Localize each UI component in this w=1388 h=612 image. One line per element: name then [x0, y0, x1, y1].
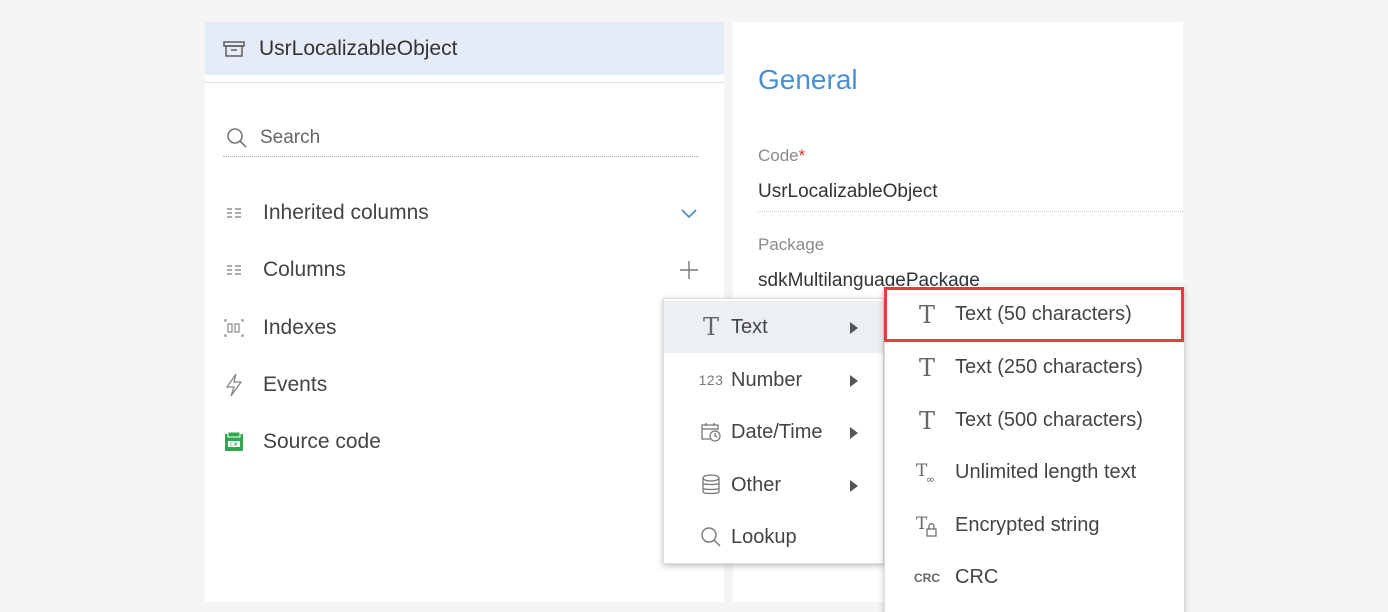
submenu-arrow-icon	[850, 375, 858, 387]
number-icon-text: 123	[698, 372, 724, 388]
chevron-down-icon[interactable]	[677, 201, 701, 225]
search-icon	[227, 127, 247, 148]
selection-highlight	[884, 287, 1184, 342]
columns-icon	[223, 202, 245, 224]
nav-item-label: Indexes	[263, 316, 337, 339]
unlimited-text-icon: T ∞	[907, 460, 947, 486]
add-icon[interactable]	[677, 258, 701, 282]
calendar-clock-icon	[690, 421, 732, 443]
svg-text:∞: ∞	[926, 473, 935, 486]
search-input[interactable]: Search	[223, 119, 699, 157]
data-type-menu: T Text 123 Number Date/Time Other Lookup	[663, 298, 884, 564]
menu-item-label: Other	[731, 473, 782, 496]
menu-item-label: Text	[731, 315, 768, 338]
object-title: UsrLocalizableObject	[259, 36, 458, 60]
text-type-icon: T	[918, 406, 935, 435]
required-marker: *	[798, 146, 806, 165]
encrypted-text-icon: T	[907, 513, 947, 539]
nav-item-events[interactable]: Events	[223, 367, 701, 403]
nav-item-inherited-columns[interactable]: Inherited columns	[223, 195, 701, 231]
menu-item-other[interactable]: Other	[664, 459, 883, 511]
submenu-item-label: Text (500 characters)	[955, 409, 1143, 431]
object-structure-panel: UsrLocalizableObject Search Inherited co…	[205, 22, 724, 602]
section-title: General	[758, 64, 858, 95]
svg-text:T: T	[916, 514, 928, 534]
submenu-item-label: Unlimited length text	[955, 461, 1137, 483]
menu-item-lookup[interactable]: Lookup	[664, 511, 883, 563]
nav-item-label: Events	[263, 373, 328, 396]
object-icon	[223, 40, 245, 57]
source-code-icon: C#	[223, 431, 245, 453]
nav-item-indexes[interactable]: Indexes	[223, 310, 701, 346]
nav-item-label: Inherited columns	[263, 201, 429, 224]
menu-item-text[interactable]: T Text	[664, 301, 883, 353]
divider	[758, 211, 1183, 212]
submenu-arrow-icon	[850, 480, 858, 492]
nav-item-label: Columns	[263, 258, 346, 281]
indexes-icon	[223, 317, 245, 339]
submenu-item-encrypted-string[interactable]: T Encrypted string	[885, 499, 1185, 552]
menu-item-label: Number	[731, 368, 803, 391]
submenu-item-text-500[interactable]: T Text (500 characters)	[885, 394, 1185, 447]
submenu-item-crc[interactable]: CRC CRC	[885, 551, 1185, 604]
code-field[interactable]: UsrLocalizableObject	[758, 181, 938, 203]
nav-item-label: Source code	[263, 430, 381, 453]
text-type-icon: T	[702, 313, 719, 341]
svg-text:C#: C#	[230, 442, 238, 448]
submenu-item-label: Text (250 characters)	[955, 356, 1143, 378]
text-type-icon: T	[918, 353, 935, 382]
submenu-arrow-icon	[850, 427, 858, 439]
search-icon	[690, 525, 732, 549]
nav-item-source-code[interactable]: C# Source code	[223, 424, 701, 460]
submenu-arrow-icon	[850, 322, 858, 334]
divider	[205, 82, 724, 83]
menu-item-label: Lookup	[731, 525, 797, 548]
submenu-item-label: Encrypted string	[955, 514, 1100, 536]
submenu-item-text-250[interactable]: T Text (250 characters)	[885, 341, 1185, 394]
columns-icon	[223, 259, 245, 281]
crc-icon: CRC	[907, 571, 947, 585]
code-label-text: Code	[758, 146, 799, 165]
object-header[interactable]: UsrLocalizableObject	[205, 22, 724, 75]
menu-item-datetime[interactable]: Date/Time	[664, 406, 883, 458]
submenu-item-label: CRC	[955, 566, 999, 588]
package-label: Package	[758, 235, 825, 254]
submenu-item-unlimited-text[interactable]: T ∞ Unlimited length text	[885, 446, 1185, 499]
lightning-icon	[223, 373, 245, 397]
code-label: Code*	[758, 146, 805, 166]
number-type-icon: 123	[690, 372, 732, 388]
crc-icon-text: CRC	[914, 570, 940, 585]
menu-item-number[interactable]: 123 Number	[664, 354, 883, 406]
database-icon	[690, 474, 732, 496]
search-placeholder: Search	[260, 126, 321, 148]
nav-item-columns[interactable]: Columns	[223, 252, 701, 288]
menu-item-label: Date/Time	[731, 420, 823, 443]
